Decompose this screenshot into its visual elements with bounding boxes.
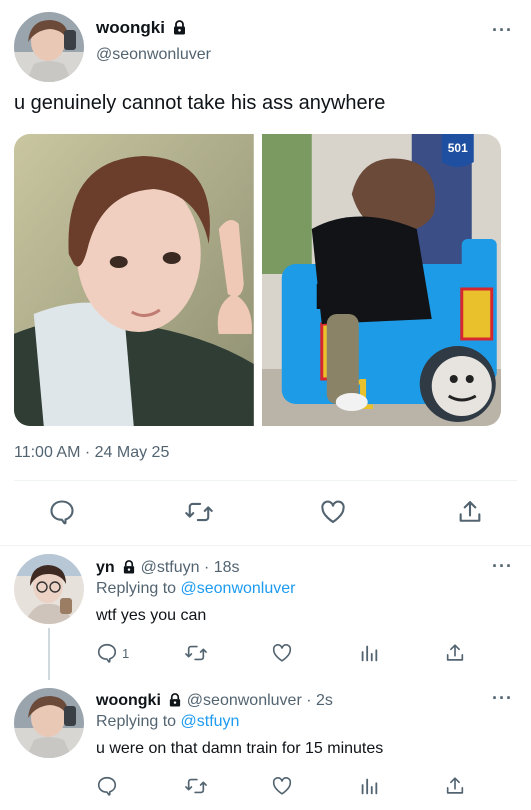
like-button[interactable]: [270, 775, 294, 797]
divider: [14, 480, 517, 481]
more-options-button[interactable]: ···: [492, 556, 513, 577]
reply-time[interactable]: · 2s: [306, 692, 333, 709]
reply-icon: [97, 776, 117, 796]
heart-icon: [321, 500, 345, 523]
reply-avatar[interactable]: [14, 688, 84, 758]
reply-icon: [97, 643, 117, 663]
lock-icon: [122, 560, 136, 579]
share-icon: [446, 777, 464, 794]
reply-time[interactable]: · 18s: [204, 559, 240, 576]
reply-button[interactable]: [96, 775, 118, 797]
retweet-icon: [185, 778, 207, 794]
share-button[interactable]: [444, 642, 466, 664]
share-button[interactable]: [456, 498, 484, 526]
svg-text:501: 501: [447, 141, 467, 155]
author-handle[interactable]: @seonwonluver: [96, 46, 211, 64]
views-icon: [361, 778, 378, 795]
tweet-media: 501 1: [14, 134, 501, 426]
like-button[interactable]: [270, 642, 294, 664]
tweet-timestamp[interactable]: 11:00 AM · 24 May 25: [14, 444, 169, 462]
share-button[interactable]: [444, 775, 466, 797]
author-name[interactable]: woongki: [96, 18, 165, 37]
lock-icon: [172, 20, 187, 40]
tweet-text: u genuinely cannot take his ass anywhere: [14, 92, 386, 114]
reply-author-handle[interactable]: @seonwonluver: [187, 692, 302, 709]
reply-icon: [50, 500, 74, 525]
reply-button[interactable]: [48, 498, 76, 526]
replying-to-link[interactable]: @seonwonluver: [181, 580, 296, 597]
reply-button[interactable]: 1: [96, 642, 129, 664]
reply-author-handle[interactable]: @stfuyn: [141, 559, 200, 576]
heart-icon: [272, 644, 292, 662]
media-photo-2[interactable]: 501 1: [261, 134, 501, 426]
media-photo-1[interactable]: [14, 134, 254, 426]
reply-text: wtf yes you can: [96, 607, 207, 624]
reply-author-name[interactable]: woongki: [96, 692, 161, 709]
reply-avatar[interactable]: [14, 554, 84, 624]
views-button[interactable]: [358, 775, 380, 797]
replying-to-link[interactable]: @stfuyn: [181, 713, 240, 730]
share-icon: [446, 644, 464, 661]
reply-author-name[interactable]: yn: [96, 559, 115, 576]
divider: [0, 545, 531, 546]
reply-text: u were on that damn train for 15 minutes: [96, 740, 384, 757]
more-options-button[interactable]: ···: [492, 20, 513, 41]
retweet-button[interactable]: [184, 775, 208, 797]
views-icon: [361, 645, 378, 662]
reply-author-row: yn @stfuyn · 18s: [96, 559, 240, 579]
replying-prefix: Replying to: [96, 580, 181, 597]
replying-prefix: Replying to: [96, 713, 181, 730]
author-avatar[interactable]: [14, 12, 84, 82]
share-icon: [459, 501, 481, 522]
replying-to: Replying to @stfuyn: [96, 713, 239, 731]
retweet-icon: [185, 502, 213, 522]
author-name-row: woongki: [96, 18, 187, 40]
reply-author-row: woongki @seonwonluver · 2s: [96, 692, 333, 712]
thread-line: [48, 628, 50, 680]
retweet-button[interactable]: [184, 498, 214, 526]
tweet-header: woongki @seonwonluver ···: [14, 12, 514, 82]
like-button[interactable]: [318, 498, 348, 526]
replying-to: Replying to @seonwonluver: [96, 580, 295, 598]
retweet-icon: [185, 645, 207, 661]
lock-icon: [168, 693, 182, 712]
heart-icon: [272, 777, 292, 795]
retweet-button[interactable]: [184, 642, 208, 664]
reply-count: 1: [122, 645, 130, 661]
views-button[interactable]: [358, 642, 380, 664]
more-options-button[interactable]: ···: [492, 688, 513, 709]
